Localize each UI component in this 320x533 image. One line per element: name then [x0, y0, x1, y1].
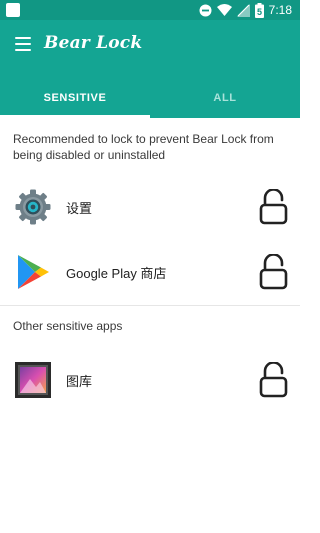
app-name-settings: 设置 [66, 201, 93, 216]
signal-icon [236, 3, 250, 17]
app-name-google-play: Google Play 商店 [66, 266, 167, 281]
app-row-settings[interactable]: 设置 [0, 176, 300, 236]
wifi-icon [216, 4, 232, 16]
status-bar: 5 7:18 [0, 0, 300, 20]
google-play-icon [18, 255, 49, 289]
app-row-gallery[interactable]: 图库 [0, 349, 300, 409]
section-header-other: Other sensitive apps [13, 319, 123, 333]
dnd-icon [199, 4, 212, 16]
gallery-icon [15, 362, 51, 398]
hamburger-menu-icon[interactable] [15, 37, 31, 51]
tab-bar: SENSITIVE ALL [0, 68, 300, 118]
tab-sensitive[interactable]: SENSITIVE [0, 68, 150, 118]
status-icons: 5 7:18 [199, 2, 292, 18]
battery-level: 5 [257, 7, 262, 17]
clock: 7:18 [268, 3, 292, 17]
tab-all[interactable]: ALL [150, 68, 300, 118]
app-bar: Bear Lock [0, 20, 300, 68]
unlocked-lock-icon[interactable] [259, 254, 288, 290]
settings-gear-icon [15, 189, 51, 225]
battery-icon: 5 [254, 2, 264, 18]
tab-indicator [0, 115, 150, 118]
section-description: Recommended to lock to prevent Bear Lock… [13, 132, 274, 162]
app-row-google-play[interactable]: Google Play 商店 [0, 241, 300, 301]
app-name-gallery: 图库 [66, 374, 93, 389]
unlocked-lock-icon[interactable] [259, 189, 288, 225]
notification-icon [6, 3, 20, 17]
unlocked-lock-icon[interactable] [259, 362, 288, 398]
app-title: Bear Lock [44, 33, 143, 53]
section-divider [0, 305, 300, 306]
